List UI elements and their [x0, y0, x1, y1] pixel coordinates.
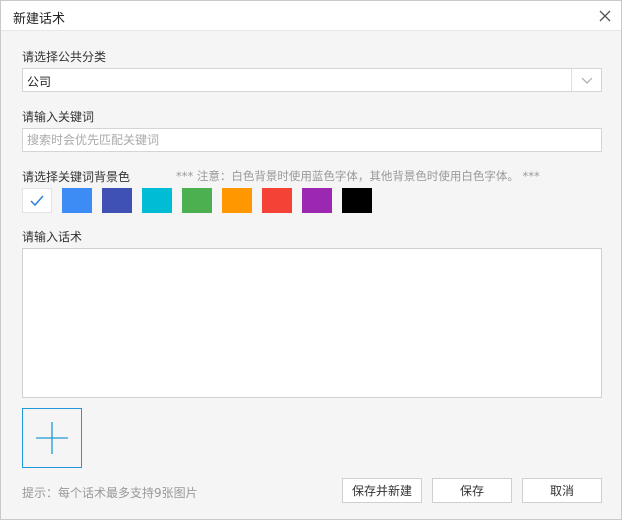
cancel-button[interactable]: 取消: [522, 478, 602, 503]
check-icon: [30, 195, 44, 207]
color-label: 请选择关键词背景色: [22, 170, 131, 184]
color-swatch-green[interactable]: [182, 188, 212, 213]
close-icon: [599, 10, 611, 22]
category-label: 请选择公共分类: [22, 50, 107, 64]
plus-icon: [36, 422, 68, 454]
keyword-input[interactable]: [22, 128, 602, 152]
color-swatch-purple[interactable]: [302, 188, 332, 213]
category-value: 公司: [27, 75, 52, 89]
chevron-down-icon: [581, 77, 593, 84]
dialog-title: 新建话术: [13, 12, 66, 27]
script-textarea[interactable]: [22, 248, 602, 398]
color-swatch-blue[interactable]: [62, 188, 92, 213]
category-dropdown-toggle[interactable]: [571, 69, 601, 91]
image-hint: 提示：每个话术最多支持9张图片: [22, 486, 198, 500]
color-swatch-red[interactable]: [262, 188, 292, 213]
title-bar: 新建话术: [1, 1, 621, 31]
script-label: 请输入话术: [22, 230, 83, 244]
save-button[interactable]: 保存: [432, 478, 512, 503]
color-swatch-white[interactable]: [22, 188, 52, 213]
color-swatch-orange[interactable]: [222, 188, 252, 213]
new-script-dialog: 新建话术 请选择公共分类 公司 请输入关键词 请选择关键词背景色 *** 注意：…: [0, 0, 622, 520]
close-button[interactable]: [595, 6, 615, 26]
add-image-button[interactable]: [22, 408, 82, 468]
color-swatch-indigo[interactable]: [102, 188, 132, 213]
color-swatch-black[interactable]: [342, 188, 372, 213]
save-and-new-button[interactable]: 保存并新建: [342, 478, 422, 503]
category-select[interactable]: 公司: [22, 68, 602, 92]
color-swatch-cyan[interactable]: [142, 188, 172, 213]
color-note: *** 注意：白色背景时使用蓝色字体，其他背景色时使用白色字体。 ***: [176, 169, 540, 183]
keyword-label: 请输入关键词: [22, 110, 95, 124]
